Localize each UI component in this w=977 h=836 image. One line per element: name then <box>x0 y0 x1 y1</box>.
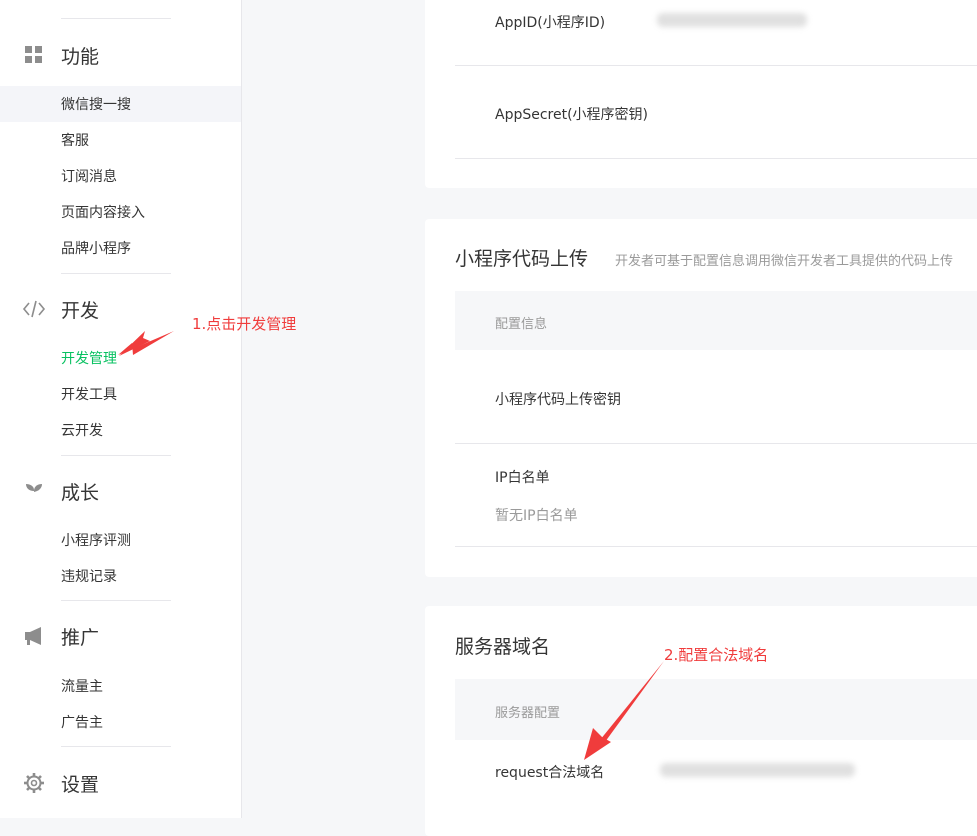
sidebar-item-search[interactable]: 微信搜一搜 <box>0 86 241 122</box>
sidebar-item-label: 开发管理 <box>61 351 117 367</box>
sidebar-item-label: 流量主 <box>61 679 103 695</box>
request-domain-label: request合法域名 <box>495 765 605 781</box>
sidebar-item-page-content[interactable]: 页面内容接入 <box>0 194 241 230</box>
appid-label: AppID(小程序ID) <box>495 15 606 31</box>
sidebar-item-dev-tools[interactable]: 开发工具 <box>0 376 241 412</box>
sidebar: 功能 微信搜一搜 客服 订阅消息 页面内容接入 品牌小程序 开发 开发管理 开发… <box>0 0 242 818</box>
appsecret-label: AppSecret(小程序密钥) <box>495 107 649 123</box>
code-upload-card: 小程序代码上传 开发者可基于配置信息调用微信开发者工具提供的代码上传 配置信息 … <box>425 219 977 577</box>
config-header: 配置信息 <box>455 291 977 350</box>
section-settings[interactable]: 设置 <box>0 763 241 803</box>
ip-whitelist-empty: 暂无IP白名单 <box>495 508 578 524</box>
request-domain-value-redacted <box>660 763 855 777</box>
section-features: 功能 <box>0 35 241 75</box>
appid-value-redacted <box>657 13 807 27</box>
sidebar-item-dev-management[interactable]: 开发管理 <box>0 340 241 376</box>
sprout-icon <box>22 479 46 503</box>
code-icon <box>22 297 46 321</box>
sidebar-item-label: 广告主 <box>61 715 103 731</box>
grid-icon <box>22 43 46 67</box>
section-label: 设置 <box>61 773 100 796</box>
sidebar-item-label: 违规记录 <box>61 569 117 585</box>
divider <box>61 273 171 274</box>
section-growth: 成长 <box>0 471 241 511</box>
sidebar-item-label: 开发工具 <box>61 387 117 403</box>
server-domain-card: 服务器域名 服务器配置 request合法域名 <box>425 606 977 836</box>
divider <box>61 455 171 456</box>
section-label: 功能 <box>61 45 100 68</box>
card-subtitle: 开发者可基于配置信息调用微信开发者工具提供的代码上传 <box>615 254 954 269</box>
config-header-label: 配置信息 <box>495 317 548 332</box>
sidebar-item-evaluation[interactable]: 小程序评测 <box>0 522 241 558</box>
server-config-header-label: 服务器配置 <box>495 706 561 721</box>
sidebar-item-cloud-dev[interactable]: 云开发 <box>0 412 241 448</box>
sidebar-item-label: 云开发 <box>61 423 103 439</box>
sidebar-item-traffic-owner[interactable]: 流量主 <box>0 668 241 704</box>
sidebar-item-label: 订阅消息 <box>61 169 117 185</box>
section-label: 成长 <box>61 481 100 504</box>
sidebar-item-subscribe-message[interactable]: 订阅消息 <box>0 158 241 194</box>
section-label: 推广 <box>61 626 100 649</box>
section-promote: 推广 <box>0 616 241 656</box>
sidebar-item-brand-miniprogram[interactable]: 品牌小程序 <box>0 230 241 266</box>
divider <box>455 158 977 159</box>
sidebar-item-customer-service[interactable]: 客服 <box>0 122 241 158</box>
divider <box>455 65 977 66</box>
sidebar-item-label: 品牌小程序 <box>61 241 131 257</box>
megaphone-icon <box>22 624 46 648</box>
section-label: 开发 <box>61 299 100 322</box>
sidebar-item-violation-record[interactable]: 违规记录 <box>0 558 241 594</box>
sidebar-item-advertiser[interactable]: 广告主 <box>0 704 241 740</box>
sidebar-item-label: 微信搜一搜 <box>61 97 131 113</box>
app-info-card: AppID(小程序ID) AppSecret(小程序密钥) <box>425 0 977 188</box>
divider <box>61 18 171 19</box>
server-config-header: 服务器配置 <box>455 679 977 740</box>
divider <box>61 600 171 601</box>
divider <box>455 443 977 444</box>
upload-key-label: 小程序代码上传密钥 <box>495 392 621 408</box>
card-title: 小程序代码上传 <box>455 248 589 270</box>
gear-icon <box>22 771 46 795</box>
sidebar-item-label: 小程序评测 <box>61 533 131 549</box>
divider <box>455 546 977 547</box>
divider <box>61 746 171 747</box>
card-title: 服务器域名 <box>455 636 551 658</box>
annotation-step1: 1.点击开发管理 <box>192 315 297 333</box>
ip-whitelist-label: IP白名单 <box>495 470 550 486</box>
sidebar-item-label: 客服 <box>61 133 89 149</box>
sidebar-item-label: 页面内容接入 <box>61 205 145 221</box>
annotation-step2: 2.配置合法域名 <box>664 646 769 664</box>
